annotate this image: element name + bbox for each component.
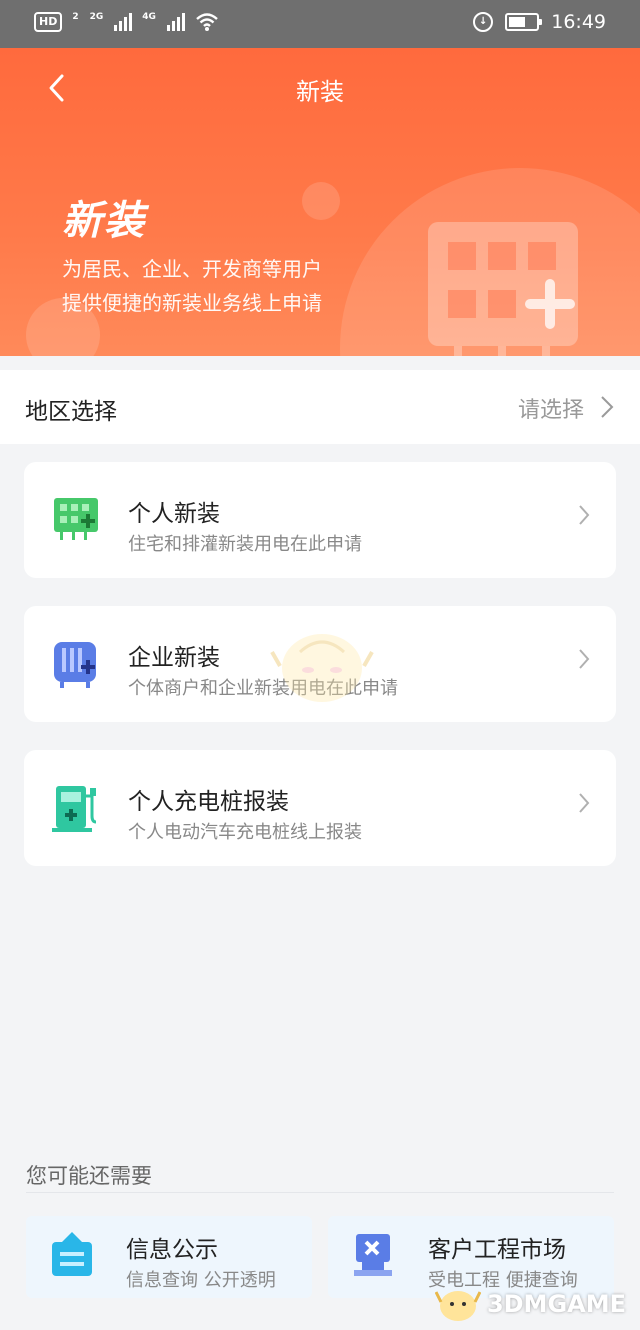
hero-description: 为居民、企业、开发商等用户 提供便捷的新装业务线上申请 xyxy=(62,252,322,320)
signal-strength-icon xyxy=(114,13,133,31)
site-watermark: 3DMGAME xyxy=(434,1284,626,1324)
service-title: 个人充电桩报装 xyxy=(128,789,289,815)
service-subtitle: 住宅和排灌新装用电在此申请 xyxy=(128,534,362,555)
hero-banner: 新装 新装 为居民、企业、开发商等用户 提供便捷的新装业务线上申请 xyxy=(0,48,640,356)
notice-board-icon xyxy=(52,1232,92,1276)
hero-heading: 新装 xyxy=(62,198,146,244)
recommend-title: 客户工程市场 xyxy=(428,1237,566,1263)
sim-index: 2 xyxy=(72,12,79,22)
recommend-subtitle: 信息查询 公开透明 xyxy=(126,1270,276,1291)
clock: 16:49 xyxy=(551,11,606,33)
net-2g-label: 2G xyxy=(89,12,104,22)
service-title: 企业新装 xyxy=(128,645,220,671)
decor-bubble xyxy=(302,182,340,220)
hd-badge: HD xyxy=(34,12,63,32)
service-subtitle: 个人电动汽车充电桩线上报装 xyxy=(128,822,362,843)
service-title: 个人新装 xyxy=(128,501,220,527)
chevron-right-icon xyxy=(579,649,590,669)
service-card-charging[interactable]: 个人充电桩报装 个人电动汽车充电桩线上报装 xyxy=(24,750,616,866)
battery-icon xyxy=(505,13,543,31)
page-title: 新装 xyxy=(296,78,344,106)
engineering-icon xyxy=(354,1234,392,1276)
hero-desc-line-1: 为居民、企业、开发商等用户 xyxy=(62,257,322,281)
recommend-title: 信息公示 xyxy=(126,1237,218,1263)
region-value: 请选择 xyxy=(517,398,584,423)
watermark-text: 3DMGAME xyxy=(486,1290,626,1318)
recommend-card-info[interactable]: 信息公示 信息查询 公开透明 xyxy=(26,1216,312,1298)
chevron-right-icon xyxy=(601,396,614,418)
service-card-personal[interactable]: 个人新装 住宅和排灌新装用电在此申请 xyxy=(24,462,616,578)
building-icon xyxy=(54,642,96,688)
watermark-mascot-icon xyxy=(270,634,374,702)
watermark-logo-icon xyxy=(434,1291,481,1321)
divider xyxy=(26,1192,614,1193)
chevron-right-icon xyxy=(579,793,590,813)
recommend-section-title: 您可能还需要 xyxy=(26,1164,152,1188)
battery-level xyxy=(509,17,525,27)
signal-strength-icon xyxy=(166,13,185,31)
status-right: ↓ 16:49 xyxy=(473,11,606,33)
meter-icon xyxy=(54,498,98,540)
data-saver-icon: ↓ xyxy=(473,12,494,32)
meter-illustration-icon xyxy=(428,222,578,356)
region-label: 地区选择 xyxy=(25,399,117,425)
status-bar: HD 2 2G 4G ↓ 16:49 xyxy=(0,0,640,48)
net-4g-label: 4G xyxy=(142,12,156,22)
chevron-right-icon xyxy=(579,505,590,525)
charging-pile-icon xyxy=(52,786,97,832)
status-left: HD 2 2G 4G xyxy=(34,12,219,32)
region-selector[interactable]: 地区选择 请选择 xyxy=(0,370,640,444)
hero-desc-line-2: 提供便捷的新装业务线上申请 xyxy=(62,291,322,315)
wifi-icon xyxy=(196,13,218,31)
